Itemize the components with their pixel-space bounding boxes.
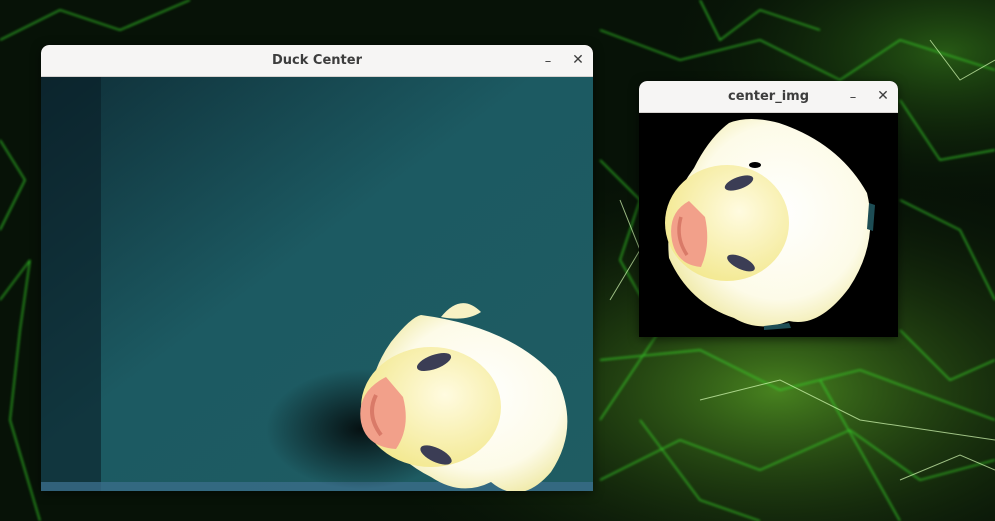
duck-center-titlebar[interactable]: Duck Center – ✕ — [41, 45, 593, 77]
close-icon[interactable]: ✕ — [872, 81, 894, 113]
close-icon[interactable]: ✕ — [567, 45, 589, 77]
minimize-icon[interactable]: – — [537, 45, 559, 77]
minimize-icon[interactable]: – — [842, 81, 864, 113]
window-title: Duck Center — [272, 53, 362, 68]
center-img-titlebar[interactable]: center_img – ✕ — [639, 81, 898, 113]
duck-center-image — [41, 77, 593, 491]
center-img-image — [639, 113, 898, 337]
duck-center-window[interactable]: Duck Center – ✕ — [41, 45, 593, 491]
center-img-window[interactable]: center_img – ✕ — [639, 81, 898, 337]
